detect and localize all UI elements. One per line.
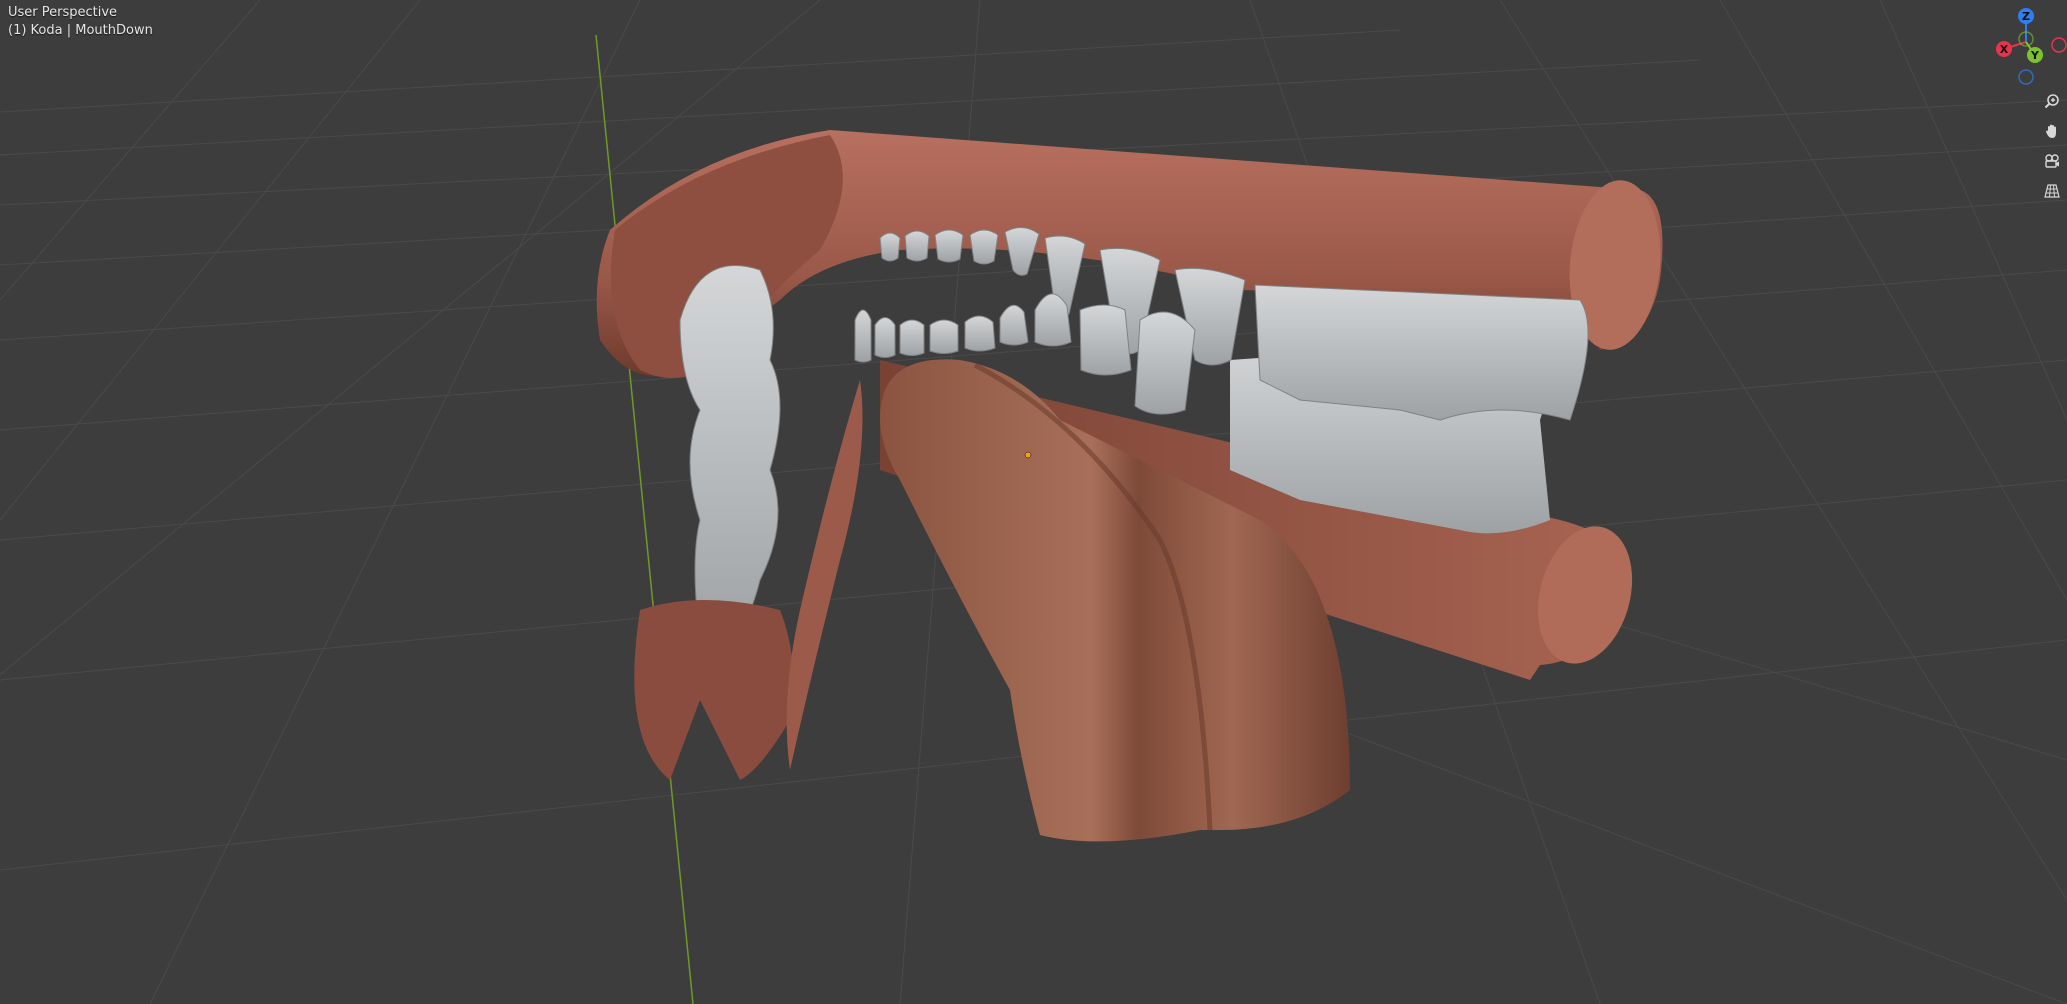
svg-text:X: X — [2000, 43, 2009, 56]
left-lower-gum — [634, 600, 794, 780]
y-axis-line — [595, 34, 694, 1004]
object-info-label: (1) Koda | MouthDown — [8, 23, 153, 38]
front-incisors — [679, 265, 781, 645]
svg-text:Z: Z — [2022, 10, 2030, 23]
left-gum-flap — [786, 380, 863, 770]
grid-icon — [2044, 184, 2060, 198]
ortho-toggle-button[interactable] — [2040, 179, 2064, 203]
object-origin — [1024, 451, 1032, 459]
pan-button[interactable] — [2040, 119, 2064, 143]
svg-text:Y: Y — [2030, 49, 2040, 62]
magnifier-plus-icon — [2044, 94, 2059, 109]
zoom-button[interactable] — [2040, 89, 2064, 113]
gizmo-z-axis[interactable]: Z — [2018, 8, 2034, 24]
gizmo-x-axis[interactable]: X — [1996, 41, 2012, 57]
3d-viewport[interactable]: User Perspective (1) Koda | MouthDown Z … — [0, 0, 2067, 1004]
hand-icon — [2046, 124, 2056, 138]
scene-canvas[interactable] — [0, 0, 2067, 1004]
axis-gizmo[interactable]: Z X Y — [1990, 4, 2067, 86]
gizmo-y-axis[interactable]: Y — [2027, 47, 2043, 63]
camera-icon — [2045, 154, 2059, 168]
view-name-label: User Perspective — [8, 5, 118, 20]
camera-view-button[interactable] — [2040, 149, 2064, 173]
